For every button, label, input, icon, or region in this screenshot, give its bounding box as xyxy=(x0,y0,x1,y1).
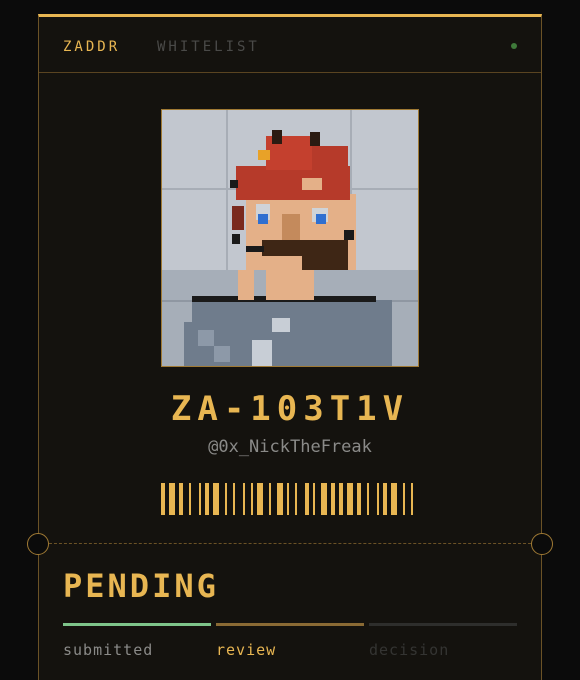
brand-logo-text[interactable]: ZADDR xyxy=(63,39,120,55)
online-status-dot-icon xyxy=(511,43,517,49)
user-handle[interactable]: @0x_NickTheFreak xyxy=(39,437,541,457)
applicant-id: ZA-103T1V xyxy=(170,389,410,429)
whitelist-card: ZADDR WHITELIST ZA-103T1V @0x_NickTheFre… xyxy=(27,14,553,680)
section-label: WHITELIST xyxy=(157,39,260,55)
barcode-icon xyxy=(161,483,413,515)
step-bar-submitted xyxy=(63,623,211,626)
step-label-decision: decision xyxy=(369,641,450,659)
step-label-review: review xyxy=(216,641,277,659)
ticket-notch-left xyxy=(27,533,49,555)
step-bar-decision xyxy=(369,623,517,626)
top-bar: ZADDR WHITELIST xyxy=(39,17,541,73)
avatar xyxy=(161,109,419,367)
pixel-art-avatar-icon xyxy=(162,110,418,366)
step-bar-review xyxy=(216,623,364,626)
step-label-submitted: submitted xyxy=(63,641,154,659)
status-label: PENDING xyxy=(63,567,219,605)
ticket-perforation xyxy=(39,543,541,544)
ticket-notch-right xyxy=(531,533,553,555)
